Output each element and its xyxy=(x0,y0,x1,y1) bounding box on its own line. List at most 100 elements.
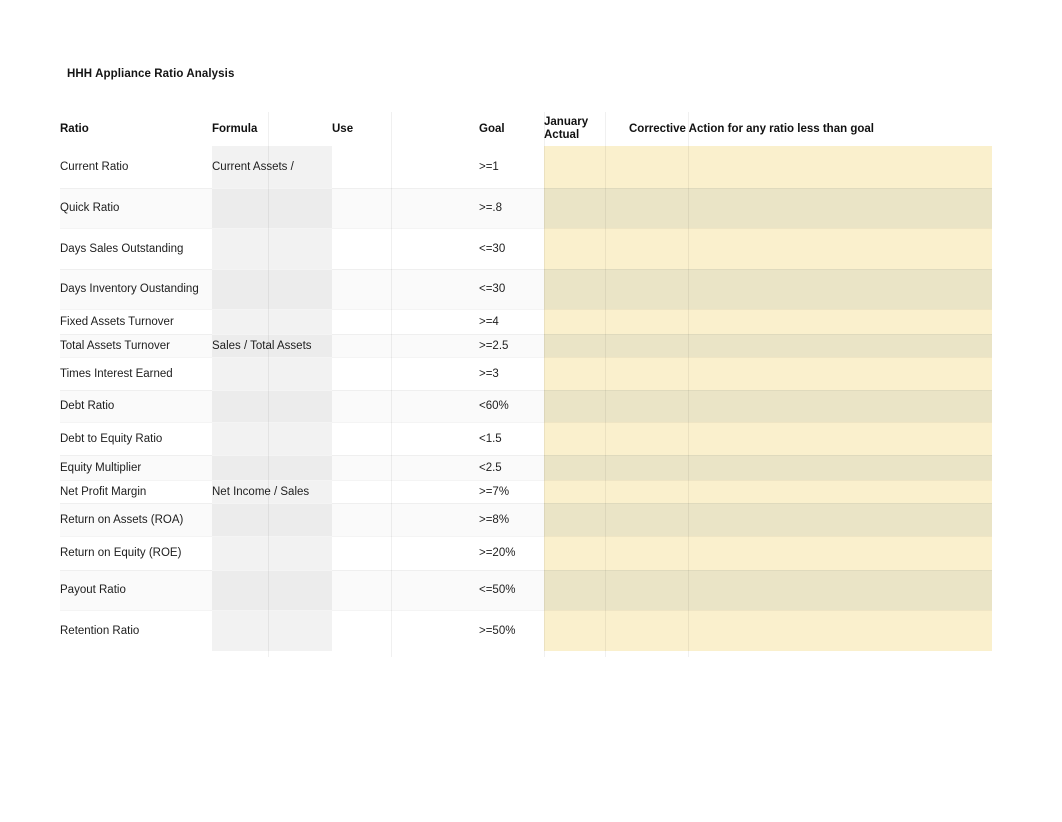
table-row: Quick Ratio >=.8 xyxy=(60,187,992,229)
cell-corrective-action[interactable] xyxy=(629,309,992,334)
cell-use[interactable] xyxy=(332,502,479,537)
cell-corrective-action[interactable] xyxy=(629,422,992,455)
cell-corrective-action[interactable] xyxy=(629,228,992,269)
table-row: Retention Ratio >=50% xyxy=(60,610,992,651)
cell-use[interactable] xyxy=(332,187,479,229)
cell-goal: >=20% xyxy=(479,536,544,570)
cell-ratio-name: Debt Ratio xyxy=(60,389,212,423)
cell-use[interactable] xyxy=(332,333,479,358)
cell-january-actual[interactable] xyxy=(544,502,629,537)
cell-january-actual[interactable] xyxy=(544,569,629,611)
table-row: Return on Equity (ROE) >=20% xyxy=(60,536,992,570)
cell-ratio-name: Times Interest Earned xyxy=(60,357,212,390)
cell-goal: <=30 xyxy=(479,228,544,269)
cell-goal: <60% xyxy=(479,389,544,423)
cell-corrective-action[interactable] xyxy=(629,502,992,537)
cell-january-actual[interactable] xyxy=(544,309,629,334)
cell-january-actual[interactable] xyxy=(544,187,629,229)
table-row: Current Ratio Current Assets / >=1 xyxy=(60,146,992,188)
cell-corrective-action[interactable] xyxy=(629,610,992,651)
cell-ratio-name: Debt to Equity Ratio xyxy=(60,422,212,455)
cell-formula[interactable] xyxy=(212,228,332,269)
cell-formula[interactable] xyxy=(212,610,332,651)
cell-use[interactable] xyxy=(332,146,479,188)
cell-corrective-action[interactable] xyxy=(629,569,992,611)
cell-formula[interactable] xyxy=(212,454,332,481)
cell-use[interactable] xyxy=(332,454,479,481)
cell-january-actual[interactable] xyxy=(544,610,629,651)
january-actual-line1: January xyxy=(544,116,589,129)
table-row: Net Profit Margin Net Income / Sales >=7% xyxy=(60,480,992,503)
cell-formula[interactable] xyxy=(212,569,332,611)
cell-corrective-action[interactable] xyxy=(629,536,992,570)
cell-corrective-action[interactable] xyxy=(629,268,992,310)
cell-use[interactable] xyxy=(332,309,479,334)
cell-formula[interactable] xyxy=(212,268,332,310)
cell-use[interactable] xyxy=(332,357,479,390)
cell-goal: >=2.5 xyxy=(479,333,544,358)
table-row: Days Inventory Oustanding <=30 xyxy=(60,268,992,310)
spreadsheet-grid: Ratio Formula Use Goal January Actual Co… xyxy=(60,112,992,651)
cell-goal: >=4 xyxy=(479,309,544,334)
table-row: Total Assets Turnover Sales / Total Asset… xyxy=(60,333,992,358)
cell-formula[interactable] xyxy=(212,309,332,334)
cell-use[interactable] xyxy=(332,228,479,269)
cell-ratio-name: Days Sales Outstanding xyxy=(60,228,212,269)
cell-formula[interactable] xyxy=(212,536,332,570)
table-row: Return on Assets (ROA) >=8% xyxy=(60,502,992,537)
cell-ratio-name: Current Ratio xyxy=(60,146,212,188)
ratio-analysis-table: Ratio Formula Use Goal January Actual Co… xyxy=(60,112,992,657)
cell-january-actual[interactable] xyxy=(544,389,629,423)
cell-january-actual[interactable] xyxy=(544,480,629,503)
table-row: Debt Ratio <60% xyxy=(60,389,992,423)
cell-january-actual[interactable] xyxy=(544,228,629,269)
cell-formula[interactable] xyxy=(212,187,332,229)
cell-goal: >=50% xyxy=(479,610,544,651)
cell-january-actual[interactable] xyxy=(544,357,629,390)
cell-january-actual[interactable] xyxy=(544,268,629,310)
cell-january-actual[interactable] xyxy=(544,454,629,481)
cell-use[interactable] xyxy=(332,536,479,570)
cell-use[interactable] xyxy=(332,480,479,503)
cell-corrective-action[interactable] xyxy=(629,389,992,423)
column-header-corrective-action: Corrective Action for any ratio less tha… xyxy=(629,112,992,146)
cell-goal: <2.5 xyxy=(479,454,544,481)
cell-use[interactable] xyxy=(332,389,479,423)
cell-use[interactable] xyxy=(332,268,479,310)
cell-ratio-name: Fixed Assets Turnover xyxy=(60,309,212,334)
cell-corrective-action[interactable] xyxy=(629,357,992,390)
table-row: Equity Multiplier <2.5 xyxy=(60,454,992,481)
cell-corrective-action[interactable] xyxy=(629,480,992,503)
cell-corrective-action[interactable] xyxy=(629,333,992,358)
cell-formula[interactable]: Net Income / Sales xyxy=(212,480,332,503)
table-header: Ratio Formula Use Goal January Actual Co… xyxy=(60,112,992,146)
cell-formula[interactable] xyxy=(212,502,332,537)
cell-january-actual[interactable] xyxy=(544,422,629,455)
cell-formula[interactable] xyxy=(212,389,332,423)
cell-formula[interactable]: Current Assets / xyxy=(212,146,332,188)
cell-goal: <1.5 xyxy=(479,422,544,455)
table-row: Days Sales Outstanding <=30 xyxy=(60,228,992,269)
cell-ratio-name: Return on Equity (ROE) xyxy=(60,536,212,570)
cell-formula[interactable] xyxy=(212,422,332,455)
cell-use[interactable] xyxy=(332,569,479,611)
cell-ratio-name: Net Profit Margin xyxy=(60,480,212,503)
table-body: Current Ratio Current Assets / >=1 Quick Ra… xyxy=(60,146,992,651)
column-header-use: Use xyxy=(332,112,479,146)
cell-ratio-name: Equity Multiplier xyxy=(60,454,212,481)
cell-goal: >=3 xyxy=(479,357,544,390)
cell-goal: >=7% xyxy=(479,480,544,503)
formula-text: Sales / Total Assets xyxy=(212,339,312,352)
cell-january-actual[interactable] xyxy=(544,536,629,570)
formula-text: Current Assets / xyxy=(212,160,294,173)
cell-corrective-action[interactable] xyxy=(629,187,992,229)
cell-january-actual[interactable] xyxy=(544,146,629,188)
cell-use[interactable] xyxy=(332,610,479,651)
cell-use[interactable] xyxy=(332,422,479,455)
header-row: Ratio Formula Use Goal January Actual Co… xyxy=(60,112,992,146)
cell-corrective-action[interactable] xyxy=(629,454,992,481)
cell-formula[interactable] xyxy=(212,357,332,390)
cell-corrective-action[interactable] xyxy=(629,146,992,188)
cell-formula[interactable]: Sales / Total Assets xyxy=(212,333,332,358)
cell-january-actual[interactable] xyxy=(544,333,629,358)
